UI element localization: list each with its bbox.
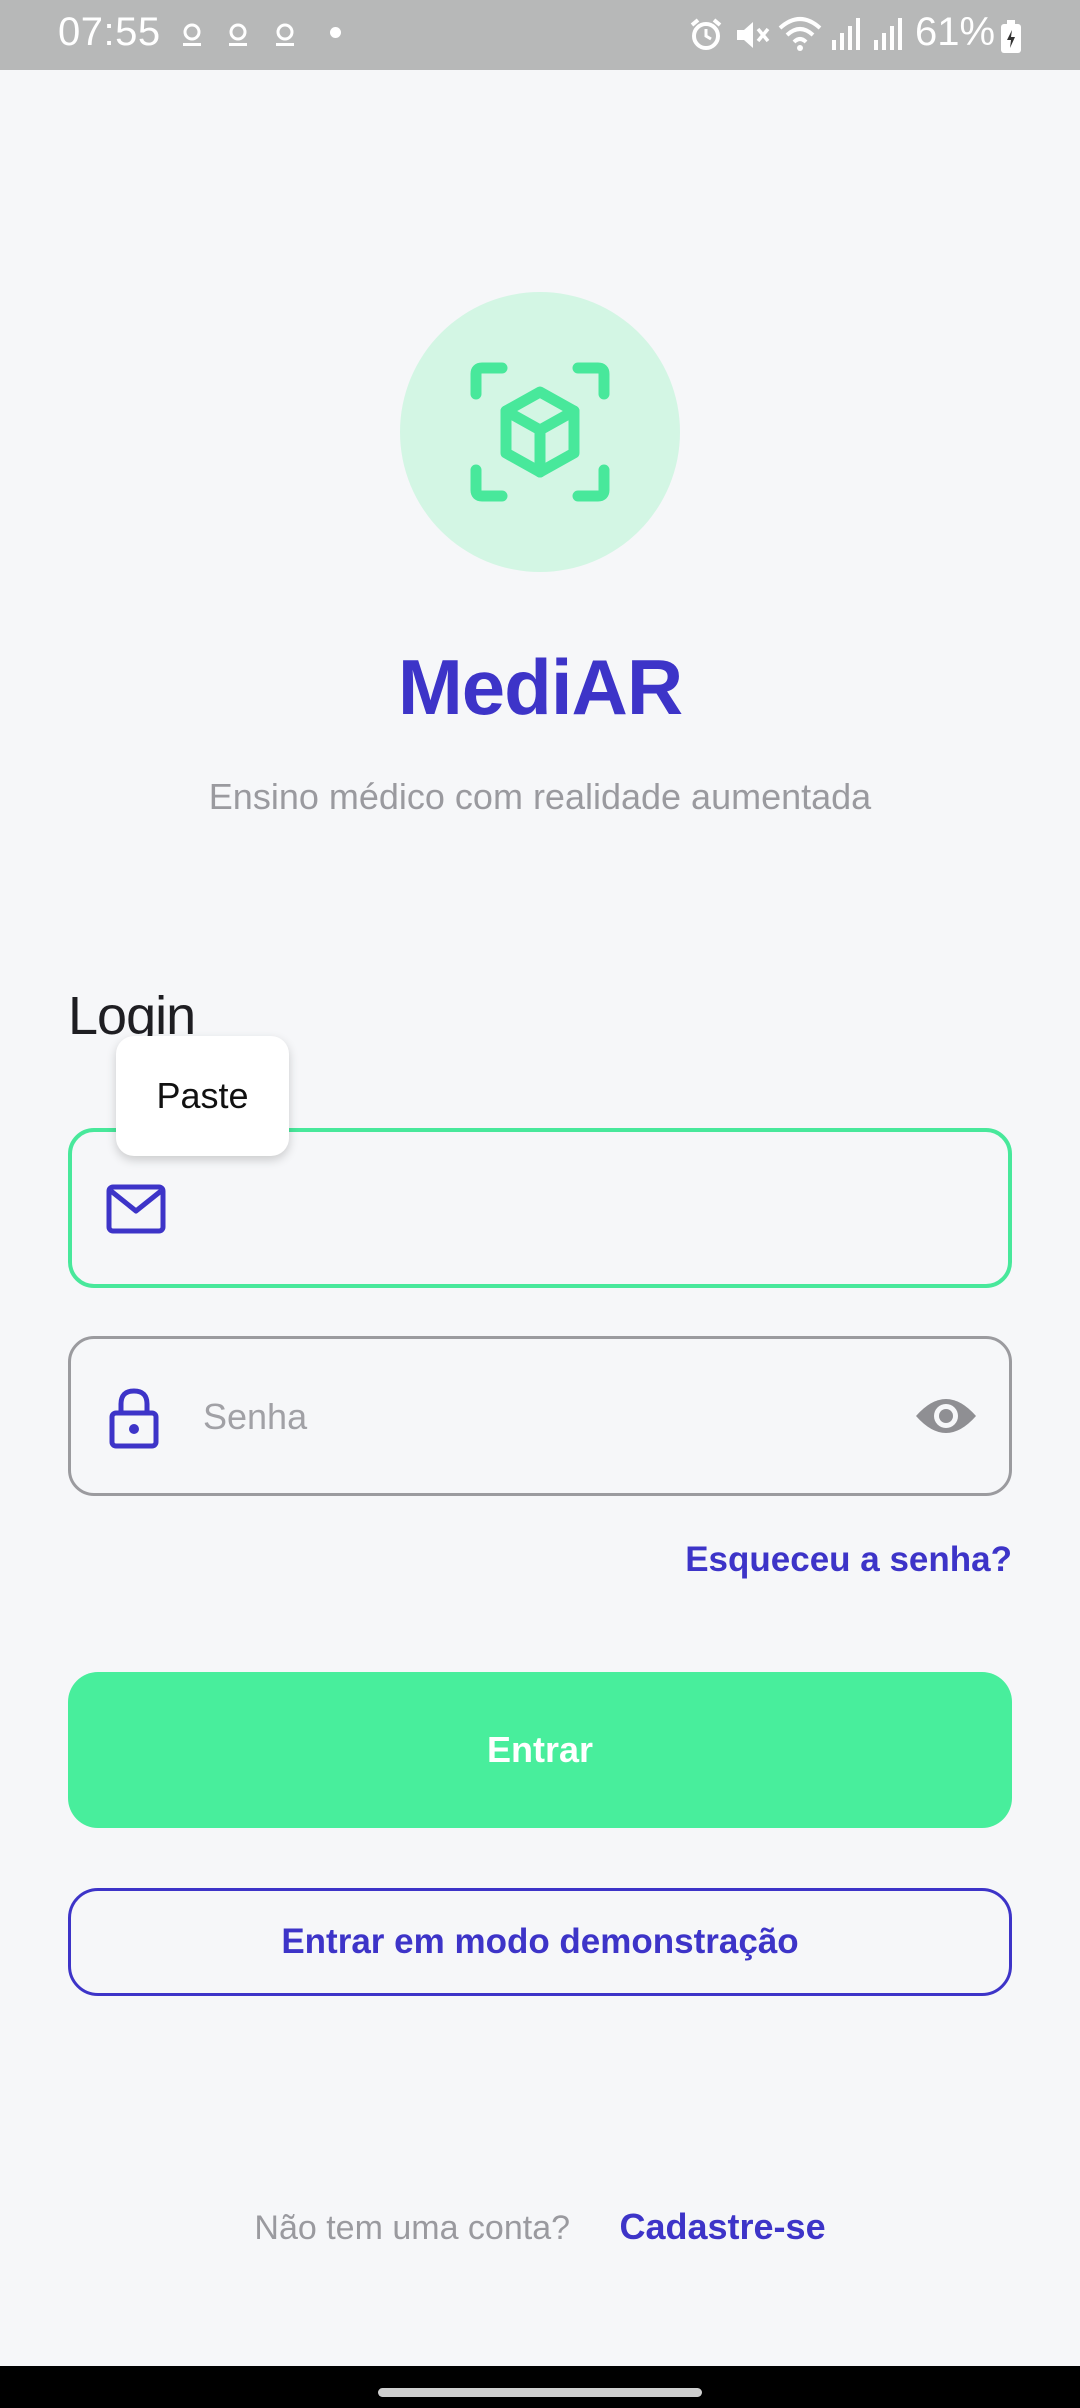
mail-icon [106,1184,166,1234]
login-button[interactable]: Entrar [68,1672,1012,1828]
status-bar: 07:55 61% [0,0,1080,70]
wifi-icon [778,17,822,51]
app-logo [400,292,680,572]
battery-percent: 61% [915,10,996,54]
app-subtitle: Ensino médico com realidade aumentada [208,776,872,817]
navigation-bar [0,2366,1080,2408]
signup-question: Não tem uma conta? [254,2209,571,2247]
home-gesture-handle[interactable] [378,2388,702,2397]
password-input[interactable] [201,1339,845,1495]
lock-icon [109,1388,159,1449]
password-field[interactable] [68,1336,1012,1496]
email-input[interactable] [202,1132,846,1286]
notification-icon [229,23,247,46]
status-time: 07:55 [58,10,161,54]
forgot-password-link[interactable]: Esqueceu a senha? [685,1540,1012,1580]
mute-icon [737,22,770,48]
alarm-icon [690,18,722,50]
signal-icon [874,18,902,50]
paste-button[interactable]: Paste [116,1036,289,1156]
paste-label: Paste [156,1075,249,1116]
notification-icon [183,23,201,46]
ar-cube-icon [470,362,610,502]
dot-icon [330,27,341,38]
eye-icon[interactable] [914,1394,978,1438]
battery-icon [1001,20,1021,53]
app-title: MediAR [397,643,683,731]
signal-icon [832,18,860,50]
signup-row: Não tem uma conta? Cadastre-se [0,2206,1080,2248]
notification-icon [276,23,294,46]
signup-link[interactable]: Cadastre-se [619,2206,825,2247]
demo-mode-button[interactable]: Entrar em modo demonstração [68,1888,1012,1996]
